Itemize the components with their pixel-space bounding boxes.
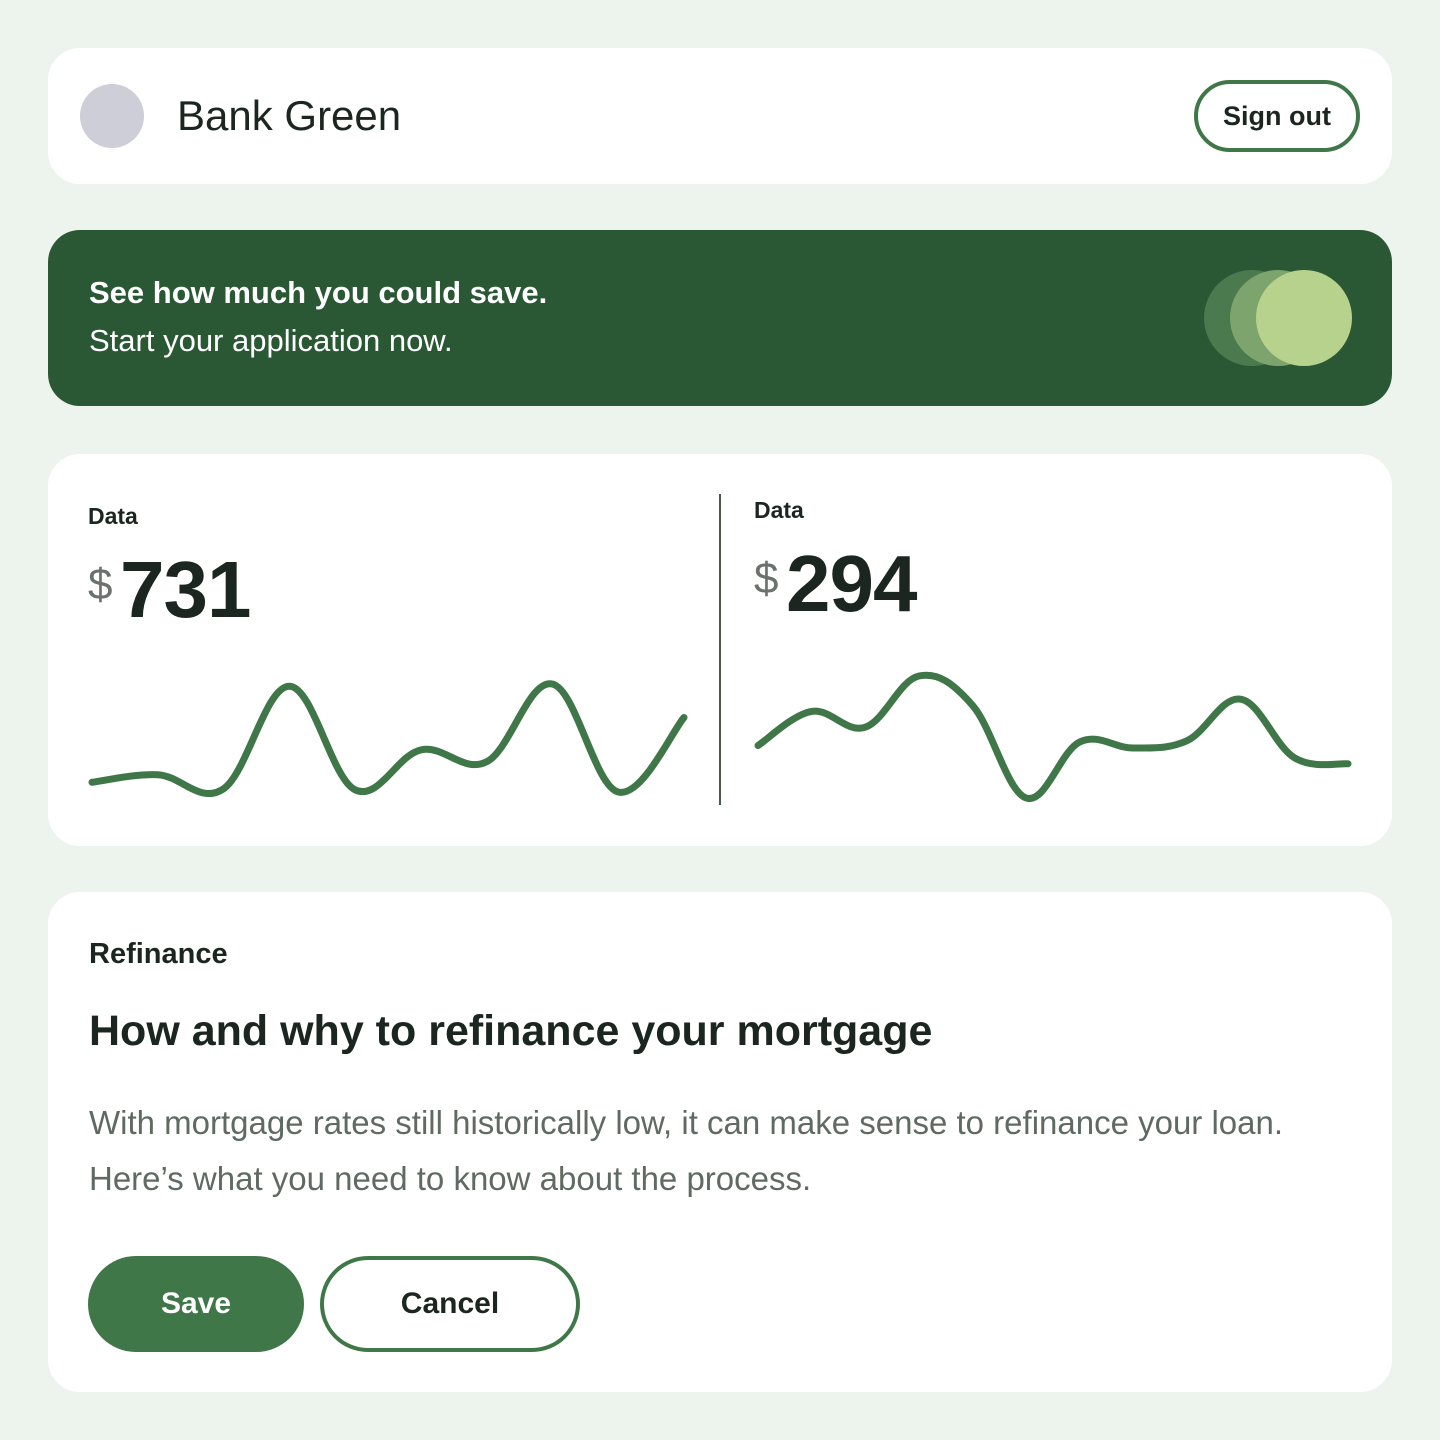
promo-headline: See how much you could save. (89, 275, 548, 310)
sparkline-chart (88, 680, 688, 798)
cancel-button[interactable]: Cancel (320, 1256, 580, 1352)
avatar[interactable] (80, 84, 144, 148)
stat-panel-1: Data $ 731 (48, 454, 720, 846)
sign-out-button[interactable]: Sign out (1194, 80, 1360, 152)
save-button[interactable]: Save (88, 1256, 304, 1352)
header-bar: Bank Green Sign out (48, 48, 1392, 184)
sparkline-line (88, 680, 688, 798)
toggle-knob (1256, 270, 1352, 366)
article-card: Refinance How and why to refinance your … (48, 892, 1392, 1392)
article-title: How and why to refinance your mortgage (89, 1007, 933, 1055)
sparkline-line (754, 671, 1352, 802)
stats-card: Data $ 731 Data $ 294 (48, 454, 1392, 846)
stat-panel-2: Data $ 294 (720, 454, 1392, 846)
brand-name: Bank Green (177, 92, 402, 139)
sparkline-chart (754, 671, 1352, 802)
article-category: Refinance (89, 938, 228, 970)
promo-banner[interactable]: See how much you could save. Start your … (48, 230, 1392, 406)
promo-subline: Start your application now. (89, 323, 453, 358)
promo-toggle[interactable] (1204, 270, 1354, 366)
article-body: With mortgage rates still historically l… (89, 1104, 1284, 1197)
